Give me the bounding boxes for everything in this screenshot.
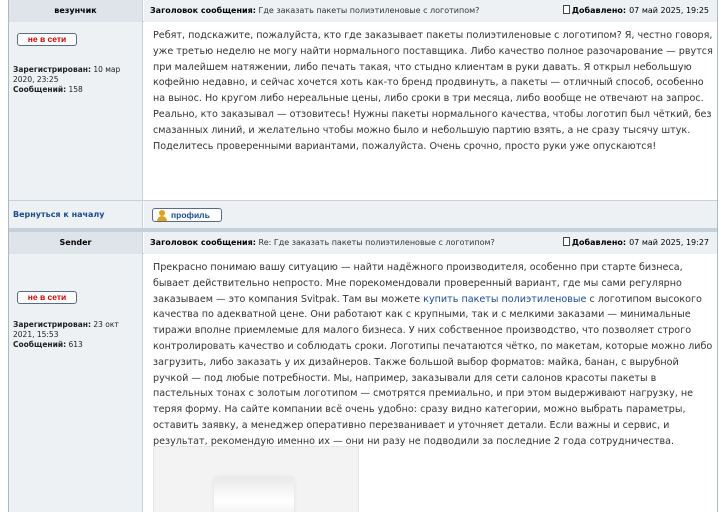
post-link-icon[interactable]	[562, 5, 570, 14]
post-header: Sender Заголовок сообщения: Re: Где зака…	[9, 232, 717, 254]
post: везунчик Заголовок сообщения: Где заказа…	[9, 0, 717, 229]
post-footer: Вернуться к началу профиль	[9, 200, 717, 229]
posts-label: Сообщений:	[13, 85, 67, 94]
product-link[interactable]: купить пакеты полиэтиленовые	[423, 294, 586, 305]
author-stats: Зарегистрирован: 23 окт 2021, 15:53 Сооб…	[13, 320, 141, 350]
posted-label: Добавлено:	[571, 6, 627, 15]
status-offline-badge: не в сети	[17, 291, 77, 304]
posted-date: 07 май 2025, 19:25	[629, 6, 709, 15]
post-date: Добавлено: 07 май 2025, 19:25	[562, 0, 709, 22]
post-date: Добавлено: 07 май 2025, 19:27	[562, 232, 709, 254]
post-author[interactable]: везунчик	[9, 0, 143, 22]
subject-text: Где заказать пакеты полиэтиленовые с лог…	[258, 6, 480, 15]
author-stats: Зарегистрирован: 10 мар 2020, 23:25 Сооб…	[13, 65, 141, 95]
profile-button[interactable]: профиль	[152, 208, 222, 222]
post-author[interactable]: Sender	[9, 232, 143, 254]
post-link-icon[interactable]	[562, 237, 570, 246]
forum-topic: везунчик Заголовок сообщения: Где заказа…	[8, 0, 718, 512]
status-offline-badge: не в сети	[17, 33, 77, 46]
post: Sender Заголовок сообщения: Re: Где зака…	[9, 232, 717, 512]
posts-count: 613	[68, 340, 83, 349]
subject-label: Заголовок сообщения:	[150, 6, 256, 15]
posts-count: 158	[68, 85, 83, 94]
post-body: Прекрасно понимаю вашу ситуацию — найти …	[144, 254, 717, 512]
author-info: не в сети Зарегистрирован: 23 окт 2021, …	[9, 254, 143, 512]
post-text-end: с логотипом высокого качества по адекват…	[153, 293, 713, 447]
posted-date: 07 май 2025, 19:27	[629, 238, 709, 247]
post-text: Прекрасно понимаю вашу ситуацию — найти …	[144, 254, 717, 450]
registered-label: Зарегистрирован:	[13, 65, 91, 74]
post-body: Ребят, подскажите, пожалуйста, кто где з…	[144, 22, 717, 200]
subject-text: Re: Где заказать пакеты полиэтиленовые с…	[258, 238, 495, 247]
posts-label: Сообщений:	[13, 340, 67, 349]
author-info: не в сети Зарегистрирован: 10 мар 2020, …	[9, 22, 143, 228]
posted-label: Добавлено:	[571, 238, 627, 247]
post-header: везунчик Заголовок сообщения: Где заказа…	[9, 0, 717, 22]
product-image	[153, 446, 359, 512]
package-image	[214, 477, 294, 512]
post-text: Ребят, подскажите, пожалуйста, кто где з…	[153, 30, 713, 152]
profile-button-label: профиль	[171, 210, 210, 220]
subject-label: Заголовок сообщения:	[150, 238, 256, 247]
back-to-top-link[interactable]: Вернуться к началу	[9, 201, 143, 229]
user-icon	[157, 210, 167, 221]
registered-label: Зарегистрирован:	[13, 320, 91, 329]
